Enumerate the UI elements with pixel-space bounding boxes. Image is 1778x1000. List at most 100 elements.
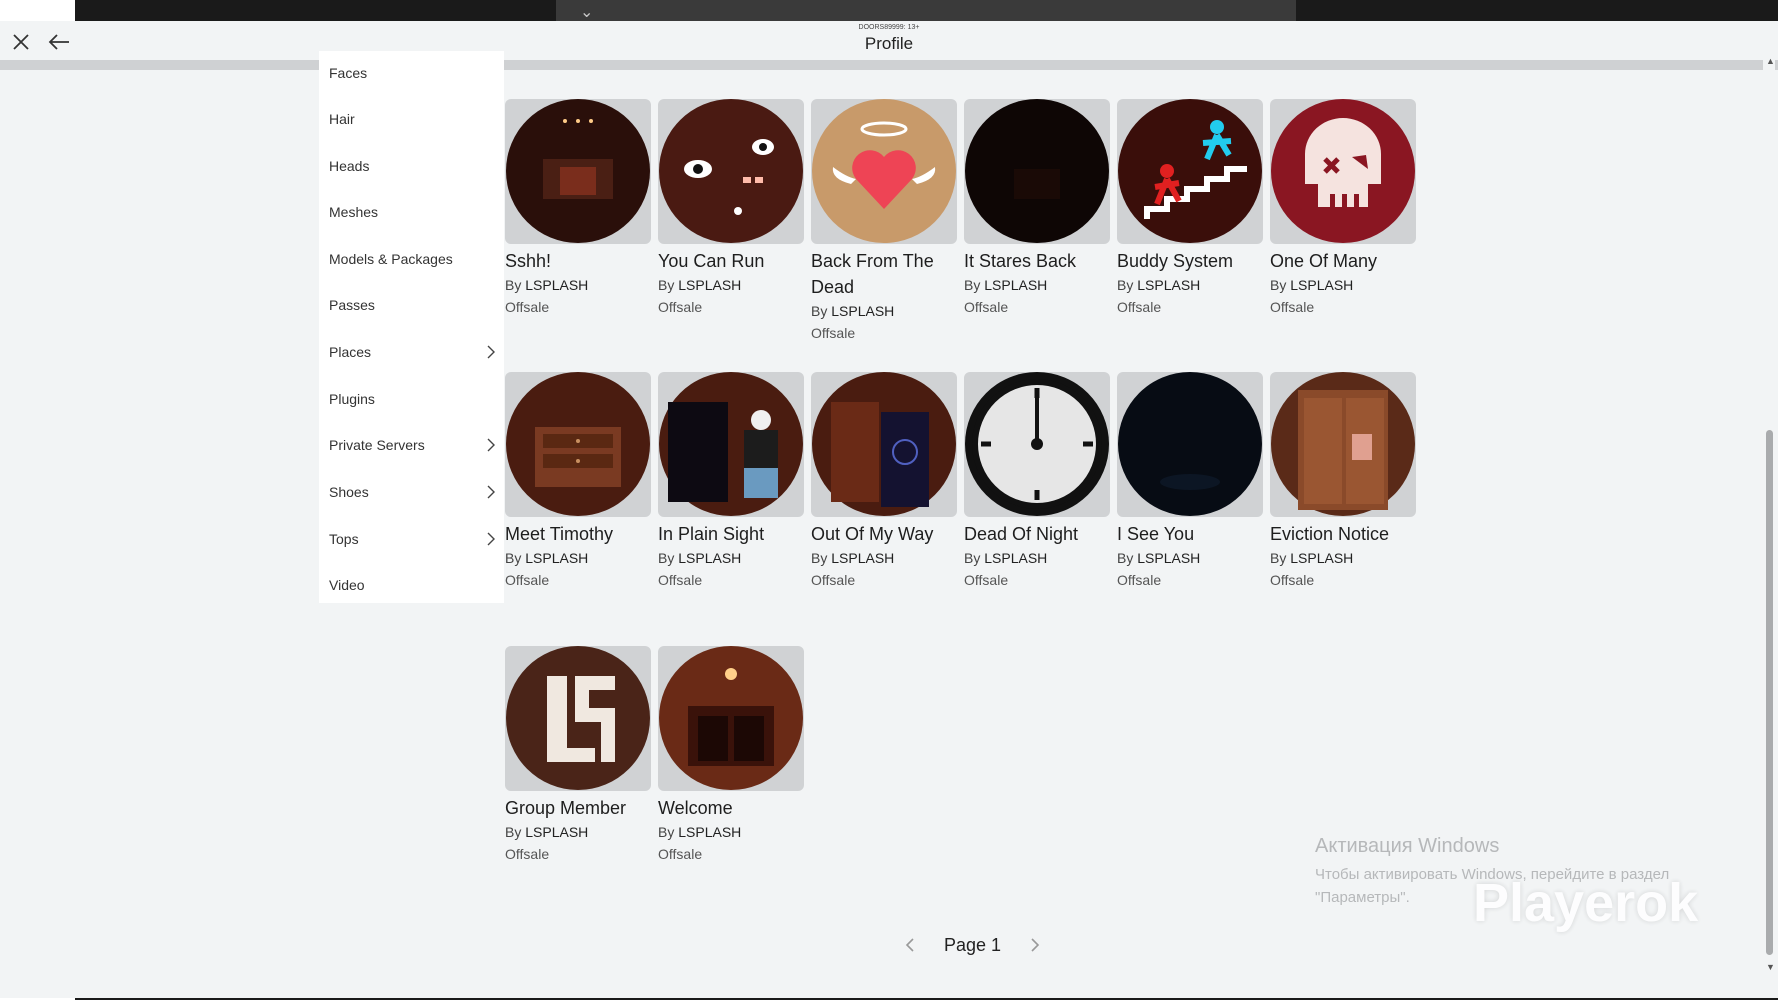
creator-link[interactable]: LSPLASH [525, 277, 588, 293]
badge-thumbnail[interactable] [1270, 99, 1416, 244]
badge-thumbnail[interactable] [811, 372, 957, 517]
creator-prefix: By [505, 824, 522, 840]
dark-hallway-icon [506, 99, 650, 243]
creator-prefix: By [1117, 277, 1134, 293]
chevron-down-icon[interactable]: ⌄ [580, 2, 593, 22]
sidebar-item-label: Heads [329, 158, 370, 174]
dark-room-icon [965, 99, 1109, 243]
badge-name[interactable]: You Can Run [658, 248, 804, 274]
badge-card[interactable]: Back From The Dead By LSPLASH Offsale [811, 99, 957, 344]
sidebar-item-meshes[interactable]: Meshes [329, 194, 499, 230]
badge-name[interactable]: Back From The Dead [811, 248, 957, 300]
badge-thumbnail[interactable] [658, 99, 804, 244]
sidebar-item-label: Video [329, 577, 365, 593]
badge-thumbnail[interactable] [964, 99, 1110, 244]
closet-avatar-icon [659, 372, 803, 516]
badge-thumbnail[interactable] [505, 372, 651, 517]
scrollbar-thumb[interactable] [1766, 430, 1773, 955]
badge-thumbnail[interactable] [1270, 372, 1416, 517]
badge-status: Offsale [505, 846, 550, 862]
badge-status: Offsale [658, 572, 703, 588]
badge-name[interactable]: In Plain Sight [658, 521, 804, 547]
badge-thumbnail[interactable] [658, 372, 804, 517]
sidebar-item-heads[interactable]: Heads [329, 148, 499, 184]
creator-link[interactable]: LSPLASH [984, 277, 1047, 293]
badge-card[interactable]: Meet Timothy By LSPLASH Offsale [505, 372, 651, 591]
badge-card[interactable]: Dead Of Night By LSPLASH Offsale [964, 372, 1110, 591]
badge-name[interactable]: Meet Timothy [505, 521, 651, 547]
creator-link[interactable]: LSPLASH [1137, 550, 1200, 566]
sidebar-item-shoes[interactable]: Shoes [329, 474, 499, 510]
sidebar-item-video[interactable]: Video [329, 567, 499, 603]
creator-link[interactable]: LSPLASH [678, 550, 741, 566]
ls-logo-icon [506, 646, 650, 790]
badge-thumbnail[interactable] [811, 99, 957, 244]
prev-page-button[interactable] [900, 935, 920, 955]
badge-name[interactable]: Out Of My Way [811, 521, 957, 547]
badge-name[interactable]: Welcome [658, 795, 804, 821]
dresser-icon [506, 372, 650, 516]
winged-heart-icon [812, 99, 956, 243]
badge-thumbnail[interactable] [658, 646, 804, 791]
badge-name[interactable]: Group Member [505, 795, 651, 821]
badge-card[interactable]: One Of Many By LSPLASH Offsale [1270, 99, 1416, 318]
badge-card[interactable]: Sshh! By LSPLASH Offsale [505, 99, 651, 318]
sidebar-item-label: Meshes [329, 204, 379, 220]
creator-link[interactable]: LSPLASH [678, 277, 741, 293]
badge-card[interactable]: I See You By LSPLASH Offsale [1117, 372, 1263, 591]
scroll-down-icon[interactable]: ▼ [1766, 962, 1775, 972]
badge-name[interactable]: One Of Many [1270, 248, 1416, 274]
sidebar-item-plugins[interactable]: Plugins [329, 381, 499, 417]
creator-link[interactable]: LSPLASH [1137, 277, 1200, 293]
next-page-button[interactable] [1025, 935, 1045, 955]
badge-card[interactable]: Eviction Notice By LSPLASH Offsale [1270, 372, 1416, 591]
badge-name[interactable]: It Stares Back [964, 248, 1110, 274]
badge-card[interactable]: It Stares Back By LSPLASH Offsale [964, 99, 1110, 318]
badge-name[interactable]: Eviction Notice [1270, 521, 1416, 547]
sidebar-item-places[interactable]: Places [329, 334, 499, 370]
creator-link[interactable]: LSPLASH [525, 550, 588, 566]
creator-link[interactable]: LSPLASH [1290, 550, 1353, 566]
badge-name[interactable]: Buddy System [1117, 248, 1263, 274]
sidebar-item-private-servers[interactable]: Private Servers [329, 427, 499, 463]
badge-name[interactable]: Dead Of Night [964, 521, 1110, 547]
badge-card[interactable]: Buddy System By LSPLASH Offsale [1117, 99, 1263, 318]
badge-creator: By LSPLASH [964, 274, 1110, 296]
badge-name[interactable]: I See You [1117, 521, 1263, 547]
sidebar-item-label: Plugins [329, 391, 375, 407]
creator-link[interactable]: LSPLASH [831, 550, 894, 566]
badge-status: Offsale [1117, 299, 1162, 315]
badge-name[interactable]: Sshh! [505, 248, 651, 274]
badge-thumbnail[interactable] [1117, 372, 1263, 517]
badge-card[interactable]: You Can Run By LSPLASH Offsale [658, 99, 804, 318]
sidebar-item-models-packages[interactable]: Models & Packages [329, 241, 499, 277]
experience-subtitle: DOORS89999: 13+ [858, 24, 920, 31]
creator-link[interactable]: LSPLASH [525, 824, 588, 840]
creator-prefix: By [505, 277, 522, 293]
sidebar-item-faces[interactable]: Faces [329, 55, 499, 91]
creator-link[interactable]: LSPLASH [1290, 277, 1353, 293]
creator-prefix: By [658, 550, 675, 566]
sidebar-item-label: Models & Packages [329, 251, 453, 267]
stairs-figures-icon [1118, 99, 1262, 243]
creator-link[interactable]: LSPLASH [678, 824, 741, 840]
badge-thumbnail[interactable] [1117, 99, 1263, 244]
badge-thumbnail[interactable] [964, 372, 1110, 517]
sidebar-item-hair[interactable]: Hair [329, 101, 499, 137]
badge-status: Offsale [1270, 299, 1315, 315]
scroll-up-icon[interactable]: ▲ [1766, 56, 1775, 66]
badge-thumbnail[interactable] [505, 99, 651, 244]
badge-card[interactable]: Out Of My Way By LSPLASH Offsale [811, 372, 957, 591]
badge-card[interactable]: In Plain Sight By LSPLASH Offsale [658, 372, 804, 591]
sidebar-item-passes[interactable]: Passes [329, 287, 499, 323]
sidebar-item-tops[interactable]: Tops [329, 521, 499, 557]
page-indicator: Page 1 [944, 934, 1002, 955]
badge-card[interactable]: Group Member By LSPLASH Offsale [505, 646, 651, 865]
creator-link[interactable]: LSPLASH [831, 303, 894, 319]
badge-card[interactable]: Welcome By LSPLASH Offsale [658, 646, 804, 865]
badge-status: Offsale [1117, 572, 1162, 588]
creator-prefix: By [658, 277, 675, 293]
badge-thumbnail[interactable] [505, 646, 651, 791]
badge-creator: By LSPLASH [811, 300, 957, 322]
creator-link[interactable]: LSPLASH [984, 550, 1047, 566]
